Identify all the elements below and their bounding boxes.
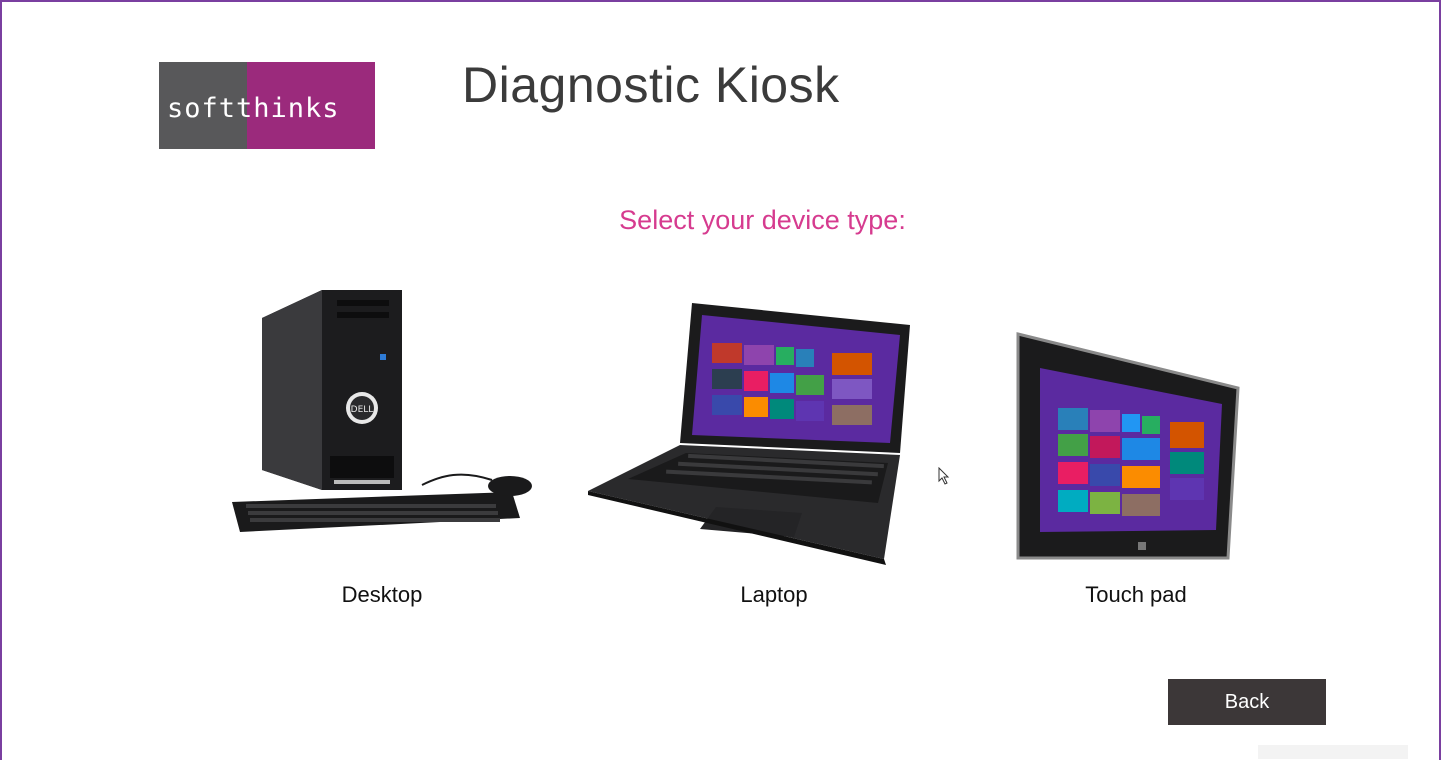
mouse-cursor-icon [938,467,950,485]
back-button[interactable]: Back [1168,679,1326,725]
device-label-touch-pad: Touch pad [1085,582,1187,607]
laptop-icon [588,303,910,565]
logo-text: softthinks [167,93,340,124]
device-label-desktop: Desktop [341,582,423,607]
bottom-edge-artifact [1258,745,1408,759]
softthinks-logo: softthinks [159,62,375,149]
desktop-computer-icon: DELL [232,290,532,532]
page-title: Diagnostic Kiosk [462,57,840,113]
device-option-laptop[interactable]: Laptop [588,295,918,610]
device-option-desktop[interactable]: DELL Desktop [222,280,542,610]
device-type-prompt: Select your device type: [619,205,906,235]
device-label-laptop: Laptop [740,582,808,607]
device-option-touch-pad[interactable]: Touch pad [1010,328,1250,610]
svg-text:DELL: DELL [351,405,374,415]
tablet-icon [1016,332,1240,560]
